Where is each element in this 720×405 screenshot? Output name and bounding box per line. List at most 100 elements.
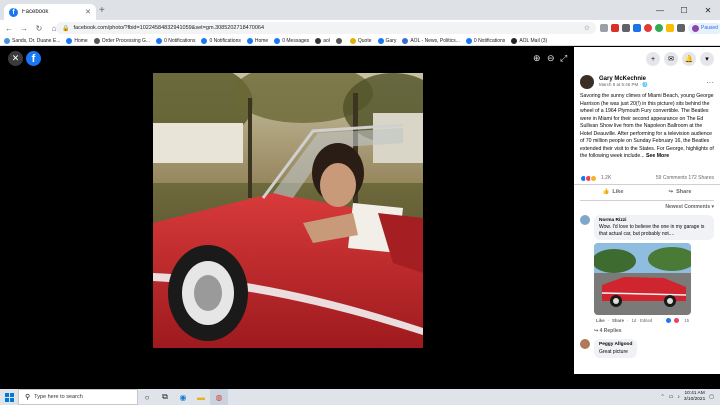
windows-taskbar: ⚲ Type here to search ○ ⧉ ◉ ▬ ◍ ⌃ ▭ ♪ 10… [0, 389, 720, 405]
taskbar-search-box[interactable]: ⚲ Type here to search [18, 389, 138, 405]
see-more-link[interactable]: See More [646, 153, 669, 159]
extension-icon[interactable] [644, 24, 652, 32]
bookmark-item[interactable]: 0 Notifications [201, 37, 241, 44]
bookmark-favicon-icon [402, 37, 409, 44]
bookmark-item[interactable]: aol [315, 37, 330, 44]
like-button[interactable]: 👍 Like [603, 189, 624, 195]
bookmark-favicon-icon [274, 37, 281, 44]
bookmark-label: 0 Messages [282, 37, 310, 44]
bookmark-item[interactable]: Home [66, 37, 88, 44]
comment-like-link[interactable]: Like [596, 318, 605, 323]
task-view-icon[interactable]: ⧉ [156, 389, 174, 405]
profile-paused-button[interactable]: Paused [688, 22, 720, 34]
comment-photo-illustration [594, 243, 691, 315]
post-options-icon[interactable]: ··· [706, 78, 714, 87]
taskbar-clock[interactable]: 10:41 AM 3/10/2021 [684, 391, 705, 403]
commenter-avatar[interactable] [580, 214, 590, 225]
bookmark-item[interactable]: AOL Mail (3) [511, 37, 547, 44]
bookmark-label: aol [323, 37, 330, 44]
zoom-out-icon[interactable]: ⊖ [547, 53, 555, 64]
tab-facebook[interactable]: f Facebook ✕ [4, 4, 96, 20]
bookmark-label: Sands, Dr. Duane E... [12, 37, 61, 44]
bookmark-item[interactable]: 0 Messages [274, 37, 310, 44]
minimize-icon[interactable]: — [648, 0, 672, 20]
edge-browser-icon[interactable]: ◉ [174, 389, 192, 405]
start-button[interactable] [0, 389, 18, 405]
bookmark-item[interactable]: Order Processing G... [93, 37, 150, 44]
notifications-bell-icon[interactable]: 🔔 [682, 52, 696, 66]
extension-icon[interactable] [666, 24, 674, 32]
messenger-icon[interactable]: ✉ [664, 52, 678, 66]
new-tab-button[interactable]: + [99, 5, 105, 16]
reload-icon[interactable]: ↻ [34, 24, 44, 33]
bookmark-item[interactable] [335, 37, 344, 44]
facebook-logo-icon[interactable]: f [26, 51, 41, 66]
cortana-icon[interactable]: ○ [138, 389, 156, 405]
meta-separator: · [607, 318, 610, 323]
notifications-icon[interactable]: ▢ [709, 394, 714, 400]
bookmark-star-icon[interactable]: ☆ [584, 24, 590, 32]
fullscreen-icon[interactable]: ⤢ [560, 53, 567, 64]
create-plus-icon[interactable]: + [646, 52, 660, 66]
extension-icon[interactable] [655, 24, 663, 32]
address-bar[interactable]: 🔒 facebook.com/photo/?fbid=1022458483294… [56, 22, 596, 34]
comments-shares-count: 59 Comments 172 Shares [656, 175, 714, 181]
bookmark-favicon-icon [349, 37, 356, 44]
post-body: Savoring the sunny climes of Miami Beach… [580, 93, 714, 159]
file-explorer-icon[interactable]: ▬ [192, 389, 210, 405]
zoom-in-icon[interactable]: ⊕ [533, 53, 541, 64]
tray-chevron-icon[interactable]: ⌃ [660, 394, 664, 400]
comment-meta: Like · Share · 1d · Edited 15 [594, 315, 714, 324]
bookmark-item[interactable]: 0 Notifications [465, 37, 505, 44]
bookmark-favicon-icon [335, 37, 342, 44]
post-stats: 1.2K 59 Comments 172 Shares [574, 173, 720, 185]
close-viewer-button[interactable]: ✕ [8, 51, 23, 66]
volume-icon[interactable]: ♪ [677, 394, 680, 400]
maximize-icon[interactable]: ☐ [672, 0, 696, 20]
share-button[interactable]: ↪ Share [669, 189, 692, 195]
reaction-count[interactable]: 1.2K [601, 175, 611, 181]
bookmark-item[interactable]: AOL - News, Politics... [402, 37, 460, 44]
view-replies-link[interactable]: ↪ 4 Replies [574, 326, 720, 334]
comment-time[interactable]: 1d · Edited [631, 318, 652, 323]
comment-share-link[interactable]: Share [612, 318, 624, 323]
lock-icon[interactable]: 🔒 [62, 25, 69, 32]
chrome-taskbar-icon[interactable]: ◍ [210, 389, 228, 405]
post-header: Gary McKechnie March 8 at 5:46 PM · 🌐 ··… [574, 71, 720, 93]
bookmark-item[interactable]: Home [246, 37, 268, 44]
puzzle-extensions-icon[interactable] [677, 24, 685, 32]
acrobat-extension-icon[interactable] [611, 24, 619, 32]
comment-reaction-count[interactable]: 15 [684, 318, 689, 323]
tab-title: Facebook [22, 9, 49, 15]
extension-icon[interactable] [600, 24, 608, 32]
post-date[interactable]: March 8 at 5:46 PM · [599, 82, 642, 87]
author-avatar[interactable] [580, 75, 594, 89]
wow-reaction-icon [590, 174, 597, 182]
comment-bubble: Norma Rizzi Wow. I'd love to believe the… [594, 214, 714, 240]
tab-close-icon[interactable]: ✕ [85, 8, 91, 16]
comments-count[interactable]: 59 Comments [656, 175, 687, 181]
post-date-row: March 8 at 5:46 PM · 🌐 [599, 82, 648, 88]
window-controls: — ☐ ✕ [648, 0, 720, 20]
commenter-avatar[interactable] [580, 339, 590, 349]
bookmark-item[interactable]: Gary [377, 37, 396, 44]
bookmark-item[interactable]: Quote [349, 37, 372, 44]
account-menu-chevron-icon[interactable]: ▾ [700, 52, 714, 66]
forward-icon[interactable]: → [19, 24, 29, 33]
extension-icon[interactable] [633, 24, 641, 32]
share-label: Share [676, 189, 692, 195]
back-icon[interactable]: ← [4, 24, 14, 33]
comment-photo[interactable] [594, 243, 691, 315]
bookmark-favicon-icon [66, 37, 73, 44]
network-icon[interactable]: ▭ [669, 394, 674, 400]
bookmark-label: Quote [357, 37, 372, 44]
close-window-icon[interactable]: ✕ [696, 0, 720, 20]
extension-icon[interactable] [622, 24, 630, 32]
globe-icon: 🌐 [642, 82, 648, 87]
bookmark-item[interactable]: Sands, Dr. Duane E... [4, 37, 61, 44]
shares-count[interactable]: 172 Shares [688, 175, 714, 181]
bookmark-item[interactable]: 0 Notifications [156, 37, 195, 44]
post-photo[interactable] [153, 73, 423, 348]
commenter-name[interactable]: Peggy Allgood [599, 342, 632, 349]
comment-sort-dropdown[interactable]: Newest Comments ▾ [574, 201, 720, 213]
